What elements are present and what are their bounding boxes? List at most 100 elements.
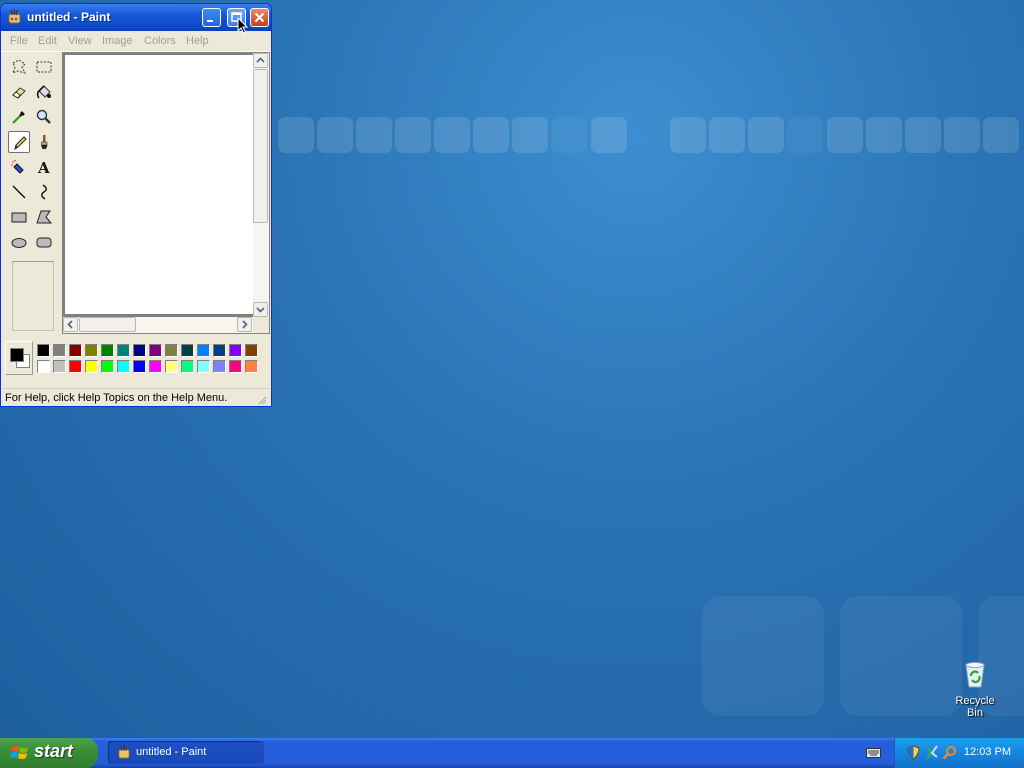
horizontal-scroll-thumb[interactable] <box>79 317 136 332</box>
menu-edit[interactable]: Edit <box>38 35 57 47</box>
menu-help[interactable]: Help <box>186 35 209 47</box>
recycle-bin[interactable]: Recycle Bin <box>946 658 1004 719</box>
horizontal-scrollbar[interactable] <box>63 317 253 333</box>
color-swatch[interactable] <box>197 344 210 357</box>
menu-image[interactable]: Image <box>102 35 133 47</box>
wallpaper-tile <box>356 117 392 153</box>
scroll-up-button[interactable] <box>253 53 268 68</box>
color-swatch[interactable] <box>101 344 114 357</box>
color-swatch[interactable] <box>229 344 242 357</box>
color-swatch[interactable] <box>197 360 210 373</box>
scrollbar-corner <box>253 317 269 333</box>
color-swatch[interactable] <box>133 360 146 373</box>
title-bar[interactable]: untitled - Paint <box>1 4 271 34</box>
resize-grip-icon[interactable] <box>257 395 267 405</box>
color-swatch[interactable] <box>165 360 178 373</box>
tool-magnifier[interactable] <box>33 106 55 128</box>
scroll-right-button[interactable] <box>237 317 252 332</box>
color-swatch[interactable] <box>37 344 50 357</box>
paint-app-icon <box>118 745 130 759</box>
tool-free-form-select[interactable] <box>8 56 30 78</box>
minimize-icon <box>207 20 213 22</box>
tool-pick-color[interactable] <box>8 106 30 128</box>
scroll-left-button[interactable] <box>63 317 78 332</box>
curve-icon <box>41 184 47 200</box>
menu-colors[interactable]: Colors <box>144 35 176 47</box>
close-button[interactable] <box>250 8 269 27</box>
color-swatch[interactable] <box>229 360 242 373</box>
wallpaper-large-tile <box>840 596 962 716</box>
color-swatch[interactable] <box>245 360 258 373</box>
color-swatch[interactable] <box>69 360 82 373</box>
status-bar: For Help, click Help Topics on the Help … <box>3 388 269 406</box>
wallpaper-tile <box>787 117 823 153</box>
color-swatch[interactable] <box>85 344 98 357</box>
wallpaper-tile <box>551 117 587 153</box>
tool-eraser[interactable] <box>8 81 30 103</box>
wallpaper-tile <box>709 117 745 153</box>
select-icon <box>36 61 52 73</box>
color-swatch[interactable] <box>53 360 66 373</box>
wallpaper-tile <box>434 117 470 153</box>
color-swatch[interactable] <box>101 360 114 373</box>
text-icon: A <box>37 159 50 176</box>
paint-app-icon <box>8 9 21 24</box>
color-swatch[interactable] <box>245 344 258 357</box>
tool-text[interactable]: A <box>33 156 55 178</box>
tool-airbrush[interactable] <box>8 156 30 178</box>
wallpaper-tile <box>591 117 627 153</box>
color-swatch[interactable] <box>85 360 98 373</box>
color-swatch[interactable] <box>149 360 162 373</box>
paint-window: untitled - Paint File Edit View Image Co… <box>0 3 272 407</box>
vertical-scrollbar[interactable] <box>253 53 269 318</box>
tool-options-box[interactable] <box>12 261 54 331</box>
wallpaper-tile <box>512 117 548 153</box>
color-swatch[interactable] <box>149 344 162 357</box>
scroll-down-button[interactable] <box>253 302 268 317</box>
tool-fill[interactable] <box>33 81 55 103</box>
color-swatch[interactable] <box>213 360 226 373</box>
color-swatch[interactable] <box>181 344 194 357</box>
network-icon[interactable] <box>924 745 939 760</box>
tool-ellipse[interactable] <box>8 231 30 253</box>
color-palette <box>3 340 269 376</box>
tool-select[interactable] <box>33 56 55 78</box>
security-shield-icon[interactable] <box>906 745 921 760</box>
color-swatch[interactable] <box>53 344 66 357</box>
canvas-frame <box>62 52 270 334</box>
clock: 12:03 PM <box>963 746 1011 758</box>
color-swatch[interactable] <box>37 360 50 373</box>
vertical-scroll-thumb[interactable] <box>253 69 268 223</box>
ellipse-icon <box>11 238 27 248</box>
polygon-icon <box>36 210 53 224</box>
drawing-canvas[interactable] <box>65 55 253 314</box>
start-button[interactable]: start <box>0 738 98 768</box>
keyboard-icon[interactable] <box>866 746 881 759</box>
search-icon[interactable] <box>942 745 957 760</box>
color-swatch[interactable] <box>117 360 130 373</box>
tool-polygon[interactable] <box>33 206 55 228</box>
menu-file[interactable]: File <box>10 35 28 47</box>
airbrush-icon <box>11 159 24 174</box>
color-swatch[interactable] <box>69 344 82 357</box>
tool-rectangle[interactable] <box>8 206 30 228</box>
tool-brush[interactable] <box>33 131 55 153</box>
tool-curve[interactable] <box>33 181 55 203</box>
color-swatch[interactable] <box>133 344 146 357</box>
wallpaper-tiles <box>278 117 1024 153</box>
taskbar-button-paint[interactable]: untitled - Paint <box>108 741 264 764</box>
menu-view[interactable]: View <box>68 35 92 47</box>
tool-line[interactable] <box>8 181 30 203</box>
wallpaper-tile <box>317 117 353 153</box>
color-swatch[interactable] <box>165 344 178 357</box>
minimize-button[interactable] <box>202 8 221 27</box>
chevron-up-icon <box>256 57 265 63</box>
recycle-bin-label: Recycle Bin <box>955 695 995 719</box>
tool-pencil[interactable] <box>8 131 30 153</box>
tool-rounded-rectangle[interactable] <box>33 231 55 253</box>
color-swatch[interactable] <box>181 360 194 373</box>
color-swatch[interactable] <box>213 344 226 357</box>
wallpaper-tile <box>866 117 902 153</box>
start-label: start <box>34 741 74 761</box>
color-swatch[interactable] <box>117 344 130 357</box>
